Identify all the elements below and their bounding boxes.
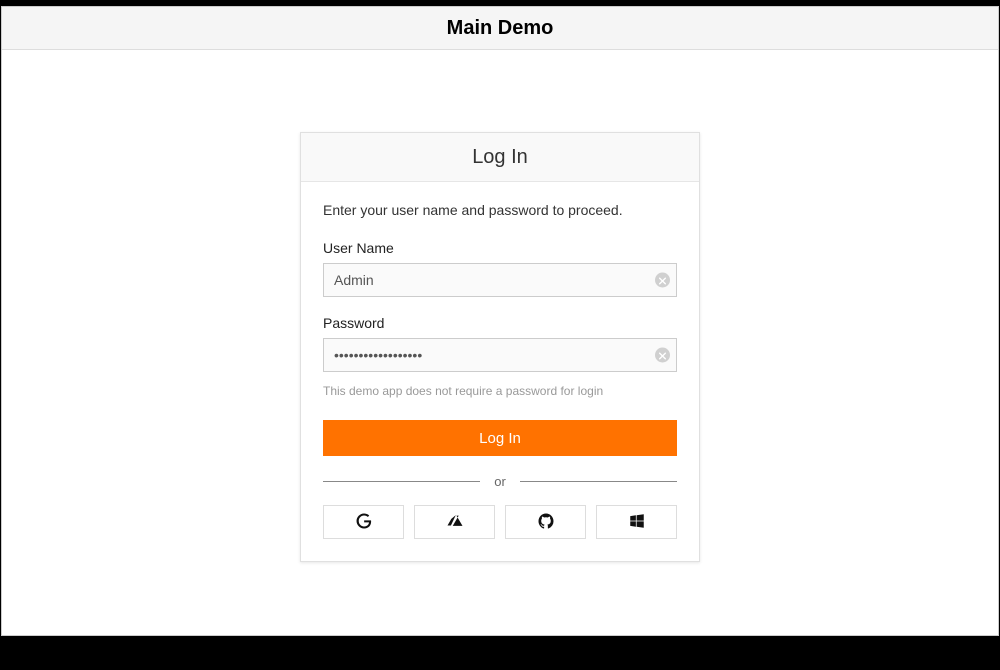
password-hint: This demo app does not require a passwor… bbox=[323, 384, 677, 398]
password-input[interactable] bbox=[323, 338, 677, 372]
card-title: Log In bbox=[472, 146, 528, 169]
app-frame: Main Demo Log In Enter your user name an… bbox=[1, 6, 999, 636]
azure-icon bbox=[446, 512, 464, 533]
password-input-wrap bbox=[323, 338, 677, 372]
oauth-google-button[interactable] bbox=[323, 505, 404, 539]
clear-username-button[interactable] bbox=[655, 273, 670, 288]
page-title: Main Demo bbox=[447, 17, 554, 40]
header-bar: Main Demo bbox=[2, 7, 998, 50]
oauth-windows-button[interactable] bbox=[596, 505, 677, 539]
separator-line-right bbox=[520, 481, 677, 482]
username-label: User Name bbox=[323, 240, 677, 256]
oauth-azure-button[interactable] bbox=[414, 505, 495, 539]
oauth-buttons-row bbox=[323, 505, 677, 539]
card-body: Enter your user name and password to pro… bbox=[301, 182, 699, 561]
login-button[interactable]: Log In bbox=[323, 420, 677, 456]
clear-password-button[interactable] bbox=[655, 348, 670, 363]
content-area: Log In Enter your user name and password… bbox=[2, 50, 998, 562]
oauth-github-button[interactable] bbox=[505, 505, 586, 539]
card-header: Log In bbox=[301, 133, 699, 182]
google-icon bbox=[355, 512, 373, 533]
password-label: Password bbox=[323, 315, 677, 331]
username-input-wrap bbox=[323, 263, 677, 297]
windows-icon bbox=[628, 512, 646, 533]
instruction-text: Enter your user name and password to pro… bbox=[323, 202, 677, 218]
github-icon bbox=[537, 512, 555, 533]
clear-icon bbox=[659, 273, 666, 288]
clear-icon bbox=[659, 348, 666, 363]
separator-label: or bbox=[494, 474, 506, 489]
separator-line-left bbox=[323, 481, 480, 482]
oauth-separator: or bbox=[323, 474, 677, 489]
login-card: Log In Enter your user name and password… bbox=[300, 132, 700, 562]
username-input[interactable] bbox=[323, 263, 677, 297]
